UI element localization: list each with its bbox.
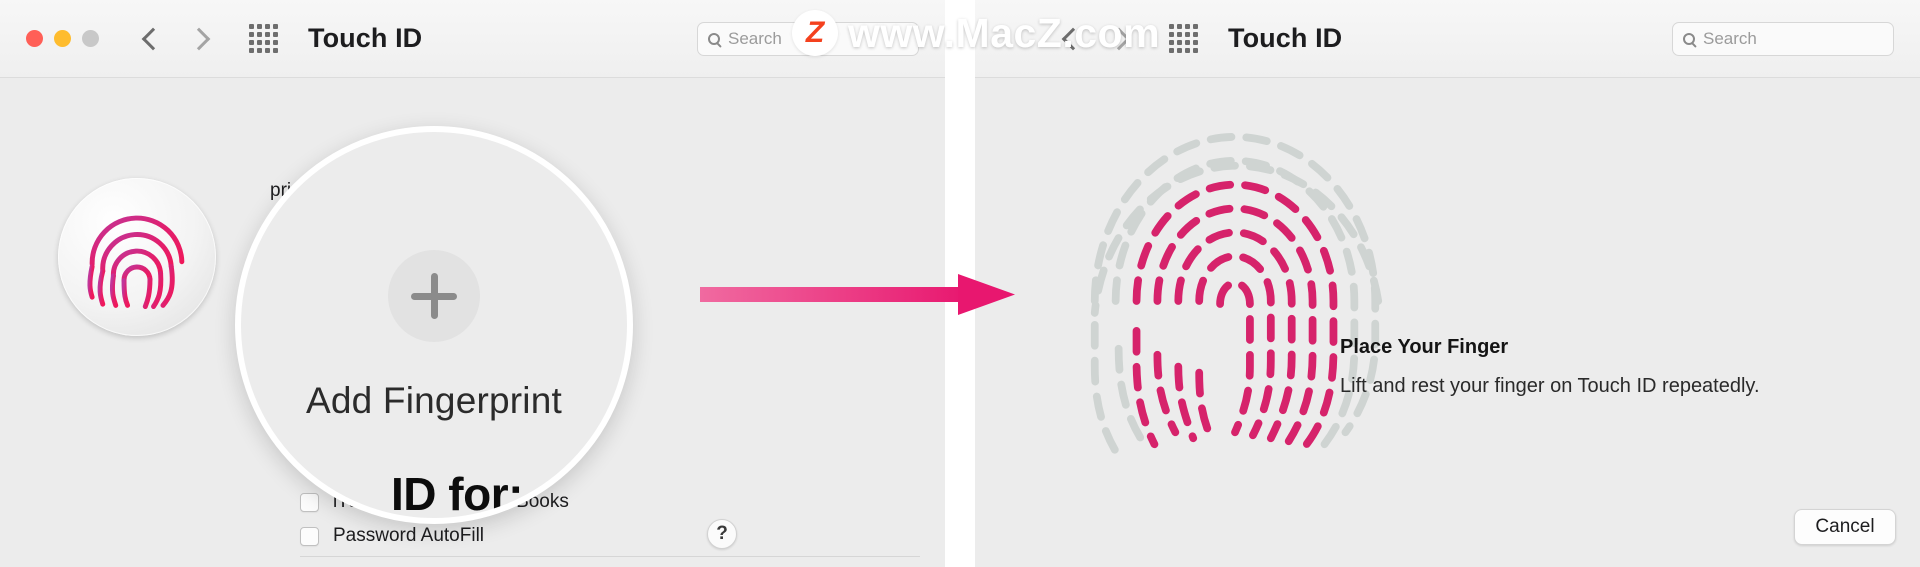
grid-dot <box>1177 40 1182 45</box>
enrollment-heading: Place Your Finger <box>1340 336 1509 358</box>
grid-dot <box>1185 24 1190 29</box>
grid-dot <box>257 32 262 37</box>
close-button-icon[interactable] <box>26 30 43 47</box>
grid-dot <box>249 48 254 53</box>
forward-chevron-icon[interactable] <box>187 27 211 50</box>
grid-dot <box>265 40 270 45</box>
grid-dot <box>273 40 278 45</box>
grid-dot <box>1177 32 1182 37</box>
cancel-button[interactable]: Cancel <box>1794 509 1896 545</box>
help-button[interactable]: ? <box>707 519 737 549</box>
grid-dot <box>273 48 278 53</box>
grid-dot <box>273 24 278 29</box>
macz-logo-icon: Z <box>792 10 838 56</box>
grid-dot <box>249 32 254 37</box>
option-label-password-autofill: Password AutoFill <box>333 525 485 546</box>
grid-dot <box>249 24 254 29</box>
enrollment-subtext: Lift and rest your finger on Touch ID re… <box>1340 375 1760 397</box>
grid-dot <box>257 48 262 53</box>
watermark-text: www.MacZ.com <box>848 9 1161 56</box>
minimize-button-icon[interactable] <box>54 30 71 47</box>
right-window-title: Touch ID <box>1228 23 1343 53</box>
option-row-password-autofill[interactable]: Password AutoFill <box>300 525 484 547</box>
left-nav-arrows[interactable] <box>141 27 211 50</box>
large-fingerprint-progress-icon <box>1070 116 1400 486</box>
search-icon <box>1683 32 1695 45</box>
add-fingerprint-button-label[interactable]: Add Fingerprint <box>241 380 627 422</box>
right-search-placeholder: Search <box>1703 28 1757 48</box>
grid-dot <box>1169 48 1174 53</box>
grid-dot <box>1169 24 1174 29</box>
left-window-body: print to unlock your Mac and make tore, … <box>0 78 945 567</box>
grid-dot <box>1177 48 1182 53</box>
magnifier-loupe: Add Fingerprint ID for: <box>235 126 633 524</box>
grid-dot <box>257 40 262 45</box>
show-all-grid-icon[interactable] <box>1169 24 1198 53</box>
grid-dot <box>1185 32 1190 37</box>
grid-dot <box>1169 40 1174 45</box>
checkbox-itunes-store[interactable] <box>300 492 319 512</box>
grid-dot <box>1185 40 1190 45</box>
grid-dot <box>1185 48 1190 53</box>
screenshot-stage: Touch ID Search Password AutoFill ? Add … <box>0 0 1920 567</box>
left-search-placeholder: Search <box>728 28 782 48</box>
plus-vertical-bar <box>430 273 438 319</box>
grid-dot <box>257 24 262 29</box>
grid-dot <box>1193 24 1198 29</box>
magnified-id-for-text: ID for: <box>391 468 523 520</box>
flow-arrow <box>700 272 1020 318</box>
plus-icon[interactable] <box>388 250 480 342</box>
grid-dot <box>273 32 278 37</box>
back-chevron-icon[interactable] <box>141 27 165 50</box>
site-watermark: Z www.MacZ.com <box>792 2 1160 64</box>
show-all-grid-icon[interactable] <box>249 24 278 53</box>
search-icon <box>708 32 720 45</box>
grid-dot <box>1169 32 1174 37</box>
grid-dot <box>249 40 254 45</box>
grid-dot <box>1193 32 1198 37</box>
options-divider <box>300 556 920 557</box>
checkbox-password-autofill[interactable] <box>300 526 319 546</box>
traffic-light-buttons[interactable] <box>26 30 99 47</box>
touch-id-fingerprint-icon <box>58 178 216 336</box>
right-window-body: Place Your Finger Lift and rest your fin… <box>975 78 1920 567</box>
grid-dot <box>265 24 270 29</box>
grid-dot <box>265 32 270 37</box>
grid-dot <box>1193 48 1198 53</box>
left-window-title: Touch ID <box>308 23 423 53</box>
grid-dot <box>1193 40 1198 45</box>
enrollment-instructions: Place Your Finger Lift and rest your fin… <box>1340 336 1820 398</box>
grid-dot <box>1177 24 1182 29</box>
right-search-field[interactable]: Search <box>1672 21 1894 56</box>
zoom-button-icon[interactable] <box>82 30 99 47</box>
grid-dot <box>265 48 270 53</box>
touch-id-enrollment-window: Touch ID Search Place Your Finger Lift a… <box>975 0 1920 567</box>
